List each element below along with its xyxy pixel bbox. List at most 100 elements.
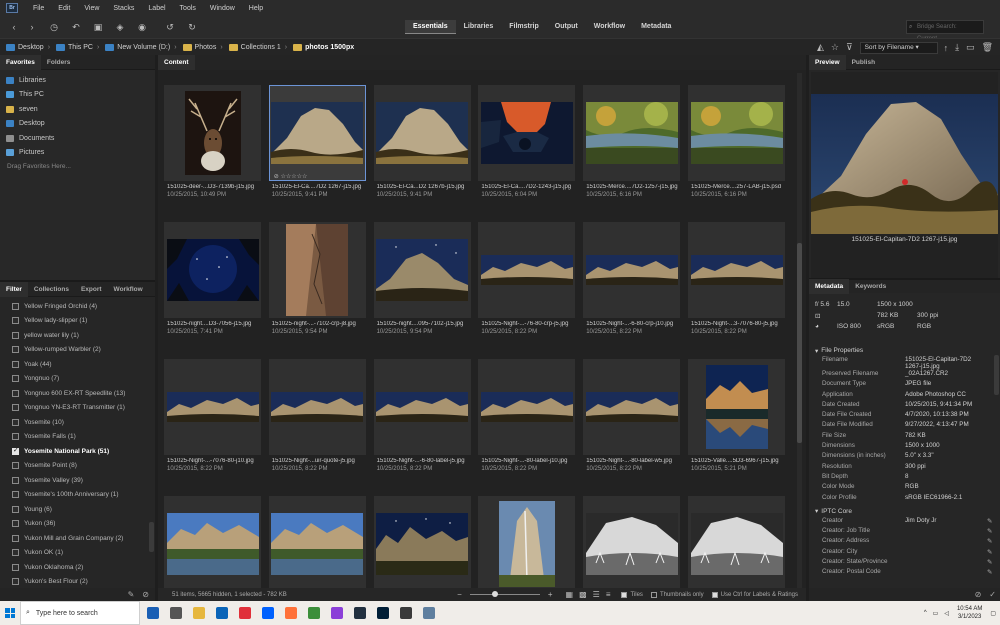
- tab-publish[interactable]: Publish: [846, 55, 881, 70]
- filter-checkbox[interactable]: [12, 404, 19, 412]
- cancel-icon[interactable]: ⊘: [975, 590, 982, 599]
- new-folder-icon[interactable]: ▭: [966, 42, 975, 53]
- filter-item[interactable]: Yongnuo (7): [0, 372, 155, 387]
- filter-checkbox[interactable]: [12, 389, 19, 397]
- filter-item[interactable]: Yukon's Best Flour (2): [0, 575, 155, 590]
- filter-item[interactable]: Yosemite Falls (1): [0, 430, 155, 445]
- view-list-icon[interactable]: ≡: [606, 590, 611, 599]
- filter-item[interactable]: Yongnuo YN-E3-RT Transmitter (1): [0, 401, 155, 416]
- bing-icon[interactable]: [143, 601, 163, 625]
- filter-item[interactable]: Yosemite Valley (39): [0, 473, 155, 488]
- open-recent-icon[interactable]: ⤓: [955, 42, 959, 53]
- thumbnail-item[interactable]: 151025-Night-...-80-label-j10.jpg 10/25/2…: [478, 348, 576, 476]
- favorite-documents[interactable]: Documents: [0, 131, 155, 146]
- filter-checkbox[interactable]: [12, 375, 19, 383]
- task-view-icon[interactable]: [166, 601, 186, 625]
- tab-workflow[interactable]: Workflow: [586, 20, 633, 34]
- rating-stars[interactable]: ⊘ ☆☆☆☆☆: [274, 173, 308, 180]
- filter-item[interactable]: Yukon (36): [0, 517, 155, 532]
- app-dark-icon[interactable]: [396, 601, 416, 625]
- speaker-icon[interactable]: ◁: [944, 610, 949, 617]
- tab-filmstrip[interactable]: Filmstrip: [501, 20, 547, 34]
- filter-checkbox[interactable]: [12, 534, 19, 542]
- thumbnail-item[interactable]: 151025-Valle....5D3-6967-j15.jpg 10/25/20…: [688, 348, 785, 476]
- zoom-in-icon[interactable]: +: [548, 590, 553, 599]
- tab-collections[interactable]: Collections: [28, 282, 75, 297]
- tab-metadata[interactable]: Metadata: [809, 279, 850, 294]
- thumbnail-frame[interactable]: [583, 359, 681, 455]
- apply-icon[interactable]: ✓: [989, 590, 996, 599]
- thumbnail-item[interactable]: 151025-Night-...-7076-80-j10.jpg 10/25/20…: [164, 348, 261, 476]
- menu-stacks[interactable]: Stacks: [106, 5, 141, 12]
- breadcrumb-item-desktop[interactable]: Desktop ›: [0, 43, 50, 51]
- filter-item[interactable]: yellow water lily (1): [0, 328, 155, 343]
- thumbnail-frame[interactable]: [373, 496, 471, 592]
- forward-icon[interactable]: ›: [24, 20, 40, 34]
- filter-item[interactable]: Yosemite's 100th Anniversary (1): [0, 488, 155, 503]
- metadata-row[interactable]: Creator: City ✎: [809, 548, 1000, 558]
- metadata-row[interactable]: Creator: State/Province ✎: [809, 558, 1000, 568]
- filter-checkbox[interactable]: [12, 505, 19, 513]
- thumbnail-frame[interactable]: [268, 85, 366, 181]
- thumbnail-frame[interactable]: [478, 85, 576, 181]
- tab-export[interactable]: Export: [75, 282, 108, 297]
- lock-grid-icon[interactable]: ▦: [566, 590, 574, 599]
- filter-item[interactable]: Yosemite Point (8): [0, 459, 155, 474]
- filter-item[interactable]: Yukon Mill and Grain Company (2): [0, 531, 155, 546]
- thumbnail-frame[interactable]: [688, 85, 785, 181]
- thumbnail-frame[interactable]: [478, 496, 576, 592]
- view-thumbnails-icon[interactable]: ▩: [579, 590, 587, 599]
- chrome-icon[interactable]: [304, 601, 324, 625]
- start-button[interactable]: [0, 601, 20, 625]
- filter-funnel-icon[interactable]: ⊽: [846, 42, 853, 53]
- filter-item[interactable]: Yukon OK (1): [0, 546, 155, 561]
- breadcrumb-item-photos[interactable]: Photos ›: [177, 43, 223, 51]
- cancel-filter-icon[interactable]: ⊘: [142, 590, 149, 599]
- rating-filter-icon[interactable]: ☆: [831, 42, 839, 53]
- dropbox-icon[interactable]: [258, 601, 278, 625]
- metadata-scrollbar[interactable]: [994, 355, 999, 395]
- edit-pencil-icon[interactable]: ✎: [987, 558, 997, 566]
- thumbnail-item[interactable]: 151025-night....095-7102-j15.jpg 10/25/20…: [373, 211, 471, 339]
- rotate-left-icon[interactable]: ↺: [162, 20, 178, 34]
- app-misc-icon[interactable]: [419, 601, 439, 625]
- filter-checkbox[interactable]: [12, 302, 19, 310]
- favorite-desktop[interactable]: Desktop: [0, 117, 155, 132]
- sort-ascending-icon[interactable]: ↑: [944, 43, 949, 53]
- tab-libraries[interactable]: Libraries: [456, 20, 502, 34]
- thumbnail-frame[interactable]: [688, 222, 785, 318]
- filter-item[interactable]: Young (6): [0, 502, 155, 517]
- thumbnail-frame[interactable]: [164, 496, 261, 592]
- notifications-icon[interactable]: ▢: [990, 610, 996, 617]
- pin-icon[interactable]: ✎: [128, 590, 135, 599]
- filter-item[interactable]: Yosemite National Park (51): [0, 444, 155, 459]
- thumbnail-item[interactable]: 151025-deer-...D3-7139b-j15.jpg 10/25/201…: [164, 74, 261, 202]
- thumbnail-item[interactable]: 151025-Night-...-80-label-w5.jpg 10/25/20…: [583, 348, 681, 476]
- filter-checkbox[interactable]: [12, 520, 19, 528]
- thumbnail-item[interactable]: 151025-Night-...-6-80-crp-j10.jpg 10/25/2…: [583, 211, 681, 339]
- filter-checkbox[interactable]: [12, 578, 19, 586]
- thumbnail-item[interactable]: 151025-Night-...3-7076-80-j5.jpg 10/25/20…: [688, 211, 785, 339]
- filter-item[interactable]: Yongnuo 600 EX-RT Speedlite (13): [0, 386, 155, 401]
- tray-chevron-icon[interactable]: ^: [924, 610, 927, 616]
- file-explorer-icon[interactable]: [189, 601, 209, 625]
- network-icon[interactable]: ▭: [933, 610, 939, 617]
- filter-checkbox[interactable]: [12, 346, 19, 354]
- metadata-row[interactable]: Creator: Address ✎: [809, 537, 1000, 547]
- filter-item[interactable]: Yoak (44): [0, 357, 155, 372]
- bridge-icon[interactable]: [350, 601, 370, 625]
- thumbnail-frame[interactable]: [268, 496, 366, 592]
- preview-image[interactable]: [811, 72, 998, 290]
- thumbnail-frame[interactable]: [373, 85, 471, 181]
- filter-item[interactable]: Yellow Fringed Orchid (4): [0, 299, 155, 314]
- thumbnail-frame[interactable]: [478, 359, 576, 455]
- thumbnail-item[interactable]: 151025-Merce....7D2-1257-j15.jpg 10/25/20…: [583, 74, 681, 202]
- ctrl-labels-checkbox[interactable]: [711, 591, 718, 598]
- tiles-checkbox[interactable]: [621, 591, 628, 598]
- sort-select[interactable]: Sort by Filename ▾: [859, 41, 938, 54]
- boomerang-icon[interactable]: ↶: [68, 20, 84, 34]
- purple-app-icon[interactable]: [327, 601, 347, 625]
- edit-pencil-icon[interactable]: ✎: [987, 537, 997, 545]
- mail-icon[interactable]: [212, 601, 232, 625]
- view-details-icon[interactable]: ☰: [593, 590, 600, 599]
